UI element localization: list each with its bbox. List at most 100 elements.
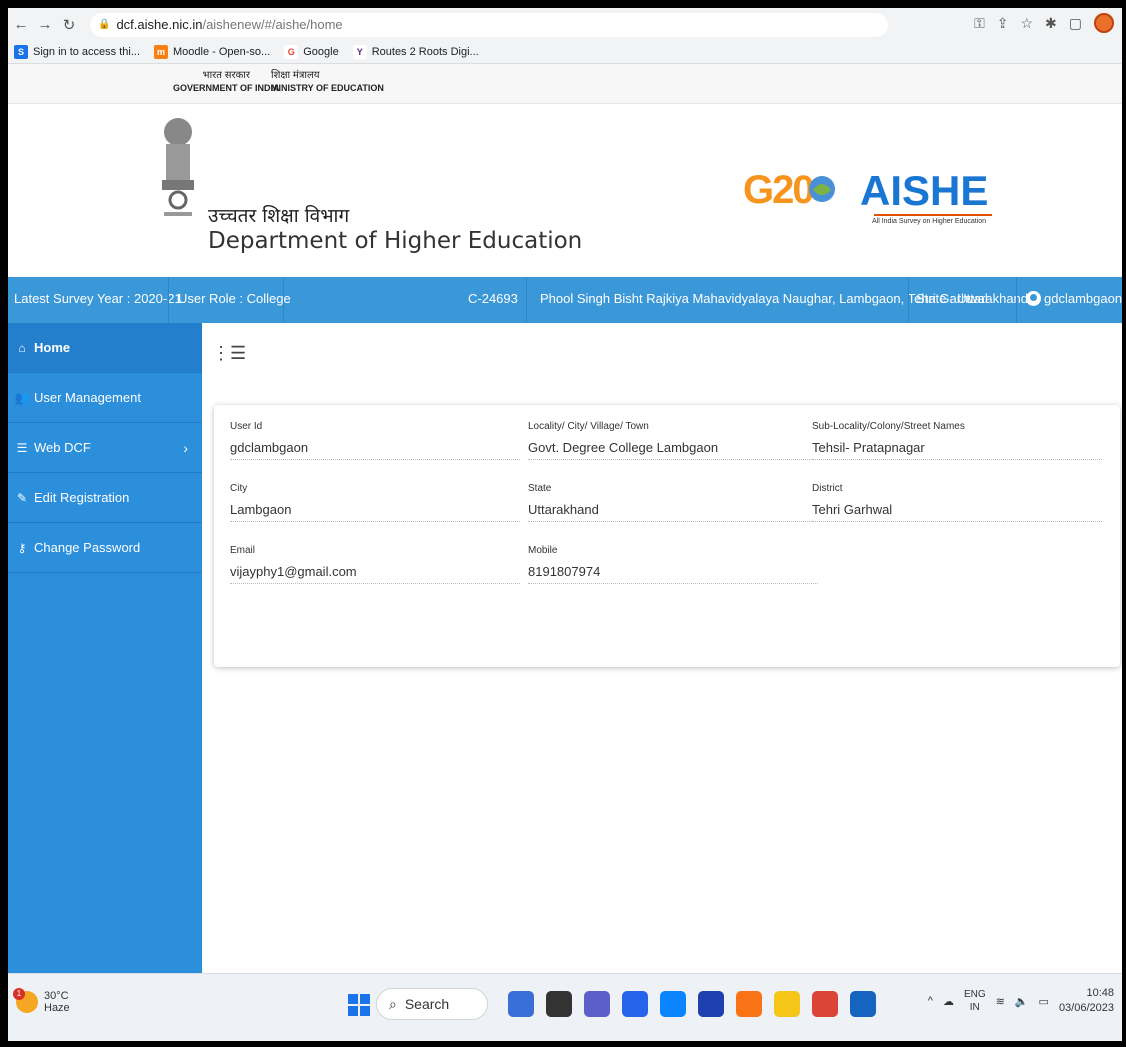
field-mobile: Mobile 8191807974 <box>528 545 818 584</box>
file-icon[interactable] <box>546 991 572 1017</box>
forward-icon[interactable]: → <box>34 16 56 33</box>
menu-toggle-icon[interactable]: ⋮☰ <box>212 343 246 364</box>
g20-text: G20 <box>743 168 815 212</box>
gov-ministry: शिक्षा मंत्रालय MINISTRY OF EDUCATION <box>271 69 384 95</box>
aishe-subtitle: All India Survey on Higher Education <box>872 218 987 225</box>
dept-title-english: Department of Higher Education <box>208 228 583 254</box>
sidebar-item-label: Home <box>34 340 71 355</box>
field-district: District Tehri Garhwal <box>812 483 1102 522</box>
user-role: User Role : College <box>178 291 291 306</box>
bookmark-label: Moodle - Open-so... <box>173 46 271 58</box>
national-emblem-icon <box>162 118 194 216</box>
user-menu[interactable]: gdclambgaon <box>1026 291 1122 306</box>
field-label: Sub-Locality/Colony/Street Names <box>812 421 965 432</box>
site-header: उच्चतर शिक्षा विभाग Department of Higher… <box>8 104 1122 276</box>
clock[interactable]: 10:48 03/06/2023 <box>1059 986 1114 1016</box>
field-city: City Lambgaon <box>230 483 520 522</box>
weather-text: Haze <box>44 1002 70 1014</box>
key-icon[interactable]: ⚿ <box>974 15 985 32</box>
extensions-icon[interactable]: ✱ <box>1045 15 1057 32</box>
bookmark-item[interactable]: S Sign in to access thi... <box>14 45 140 59</box>
bookmarks-bar: S Sign in to access thi... m Moodle - Op… <box>8 41 1122 64</box>
lang-top: ENG <box>963 989 986 1000</box>
field-email: Email vijayphy1@gmail.com <box>230 545 520 584</box>
language-indicator[interactable]: ENG IN <box>964 988 986 1014</box>
weather-widget[interactable]: 1 30°C Haze <box>13 988 70 1014</box>
state-info: State : Uttarakhand <box>916 291 1029 306</box>
store-icon[interactable] <box>622 991 648 1017</box>
field-value: 8191807974 <box>528 564 818 584</box>
gov-hi: भारत सरकार <box>202 70 250 81</box>
aishe-underline <box>874 214 992 216</box>
bookmark-item[interactable]: Y Routes 2 Roots Digi... <box>352 45 479 59</box>
edit-icon: ✎ <box>16 490 28 505</box>
field-label: City <box>230 483 248 494</box>
shield-icon[interactable] <box>850 991 876 1017</box>
chat-icon[interactable] <box>584 991 610 1017</box>
field-value: Govt. Degree College Lambgaon <box>528 440 818 460</box>
share-icon[interactable]: ⇪ <box>997 15 1009 32</box>
cloud-icon[interactable]: ☁ <box>943 995 954 1008</box>
field-value: Lambgaon <box>230 502 520 522</box>
search-icon: ⌕ <box>389 995 397 1012</box>
chevron-up-icon[interactable]: ^ <box>928 995 933 1007</box>
window-icon[interactable]: ▢ <box>1069 15 1082 32</box>
key-icon: ⚷ <box>17 540 27 555</box>
username: gdclambgaon <box>1044 291 1122 306</box>
browser-toolbar: ← → ↻ 🔒 dcf.aishe.nic.in /aishenew/#/ais… <box>8 8 1122 41</box>
reload-icon[interactable]: ↻ <box>58 16 80 34</box>
wifi-icon[interactable]: ≋ <box>996 995 1005 1008</box>
separator <box>168 277 169 323</box>
ministry-en: MINISTRY OF EDUCATION <box>271 83 384 93</box>
star-icon[interactable]: ☆ <box>1020 15 1033 32</box>
moodle-icon: m <box>154 45 168 59</box>
time: 10:48 <box>1086 987 1114 999</box>
sidebar-item-edit-registration[interactable]: ✎ Edit Registration <box>8 473 202 523</box>
bookmark-item[interactable]: m Moodle - Open-so... <box>154 45 270 59</box>
field-label: User Id <box>230 421 263 432</box>
gov-bar: भारत सरकार GOVERNMENT OF INDIA शिक्षा मं… <box>8 64 1122 104</box>
separator <box>1016 277 1017 323</box>
sidebar-item-user-management[interactable]: 👥 User Management <box>8 373 202 423</box>
sun-icon: 1 <box>13 988 38 1013</box>
taskbar-search[interactable]: ⌕ Search <box>376 988 488 1020</box>
field-locality: Locality/ City/ Village/ Town Govt. Degr… <box>528 421 818 460</box>
sidebar-item-label: Web DCF <box>34 440 91 455</box>
sidebar-item-label: Change Password <box>34 540 141 555</box>
field-sublocality: Sub-Locality/Colony/Street Names Tehsil-… <box>812 421 1102 460</box>
field-value: vijayphy1@gmail.com <box>230 564 520 584</box>
lock-icon: 🔒 <box>98 19 111 30</box>
taskbar: 1 30°C Haze ⌕ Search ^ ☁ ENG IN ≋ 🔈 ▭ 10… <box>8 973 1122 1041</box>
back-icon[interactable]: ← <box>10 16 32 33</box>
sidebar-item-label: User Management <box>34 390 141 405</box>
mail-icon[interactable] <box>660 991 686 1017</box>
photos-icon[interactable] <box>698 991 724 1017</box>
dept-title-hindi: उच्चतर शिक्षा विभाग <box>208 205 350 227</box>
field-label: Email <box>230 545 256 556</box>
field-value: Tehsil- Pratapnagar <box>812 440 1102 460</box>
url-host: dcf.aishe.nic.in <box>116 17 203 32</box>
field-value: Tehri Garhwal <box>812 502 1102 522</box>
lang-bottom: IN <box>969 1002 980 1013</box>
chrome-icon[interactable] <box>812 991 838 1017</box>
bookmark-item[interactable]: G Google <box>284 45 339 59</box>
y-icon: Y <box>352 45 367 59</box>
volume-icon[interactable]: 🔈 <box>1015 995 1029 1008</box>
info-bar: Latest Survey Year : 2020-21 User Role :… <box>8 277 1122 323</box>
s-icon: S <box>14 45 28 59</box>
battery-icon[interactable]: ▭ <box>1039 995 1049 1008</box>
college-code: C-24693 <box>468 291 518 306</box>
sidebar-item-web-dcf[interactable]: ☰ Web DCF › <box>8 423 202 473</box>
app-icon[interactable] <box>508 991 534 1017</box>
windows-start-icon[interactable] <box>348 994 370 1016</box>
field-state: State Uttarakhand <box>528 483 818 522</box>
sidebar-item-home[interactable]: ⌂ Home <box>8 323 202 373</box>
address-input[interactable]: 🔒 dcf.aishe.nic.in /aishenew/#/aishe/hom… <box>90 12 888 37</box>
date: 03/06/2023 <box>1058 1002 1114 1014</box>
google-icon: G <box>284 45 299 59</box>
folder-icon[interactable] <box>774 991 800 1017</box>
sidebar-item-change-password[interactable]: ⚷ Change Password <box>8 523 202 573</box>
main-content: ⋮☰ User Id gdclambgaon Locality/ City/ V… <box>202 323 1122 973</box>
browser-icon[interactable] <box>736 991 762 1017</box>
profile-avatar[interactable] <box>1094 13 1114 33</box>
